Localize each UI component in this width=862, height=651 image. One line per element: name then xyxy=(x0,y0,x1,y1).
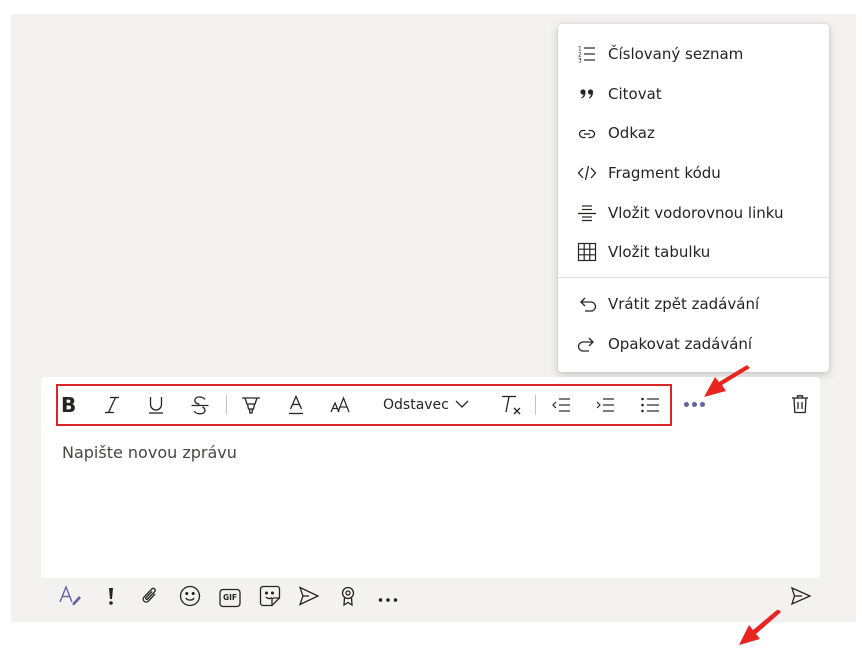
increase-indent-button[interactable] xyxy=(594,392,616,418)
undo-icon xyxy=(576,293,598,315)
redo-icon xyxy=(576,333,598,355)
strikethrough-icon xyxy=(190,395,210,415)
menu-item-label: Vložit tabulku xyxy=(608,243,711,261)
menu-item-label: Číslovaný seznam xyxy=(608,45,744,63)
menu-item-label: Vložit vodorovnou linku xyxy=(608,204,784,222)
toolbar-separator xyxy=(226,395,227,415)
sticker-button[interactable] xyxy=(258,585,282,611)
menu-item-label: Citovat xyxy=(608,85,662,103)
font-size-icon xyxy=(330,395,352,415)
font-color-icon xyxy=(287,395,305,415)
italic-button[interactable] xyxy=(101,392,123,418)
format-button[interactable] xyxy=(58,585,82,611)
bulleted-list-icon xyxy=(640,395,660,415)
discard-button[interactable] xyxy=(788,394,812,418)
font-color-button[interactable] xyxy=(285,392,307,418)
font-size-button[interactable] xyxy=(329,392,353,418)
svg-text:3: 3 xyxy=(578,58,582,65)
formatting-overflow-menu: 1 2 3 Číslovaný seznam Citovat Odkaz Fra… xyxy=(558,24,829,372)
bulleted-list-button[interactable] xyxy=(639,392,661,418)
more-icon xyxy=(377,589,399,608)
strikethrough-button[interactable] xyxy=(189,392,211,418)
format-icon xyxy=(58,585,82,611)
emoji-button[interactable] xyxy=(178,585,202,611)
paragraph-style-dropdown[interactable]: Odstavec xyxy=(383,392,469,418)
more-options-icon xyxy=(683,401,705,407)
italic-icon xyxy=(103,395,121,415)
attach-file-button[interactable] xyxy=(138,586,162,610)
code-icon xyxy=(576,162,598,184)
quote-icon xyxy=(576,83,598,105)
important-icon xyxy=(106,586,116,610)
meet-now-button[interactable] xyxy=(297,586,321,610)
menu-divider xyxy=(558,277,829,278)
menu-item-numbered-list[interactable]: 1 2 3 Číslovaný seznam xyxy=(558,37,829,71)
praise-button[interactable] xyxy=(336,586,360,610)
highlighter-icon xyxy=(241,395,261,415)
menu-item-quote[interactable]: Citovat xyxy=(558,77,829,111)
send-icon xyxy=(790,585,812,611)
numbered-list-icon: 1 2 3 xyxy=(576,43,598,65)
sticker-icon xyxy=(259,585,281,611)
menu-item-link[interactable]: Odkaz xyxy=(558,116,829,150)
important-button[interactable] xyxy=(99,586,123,610)
horizontal-line-icon xyxy=(576,202,598,224)
menu-item-undo[interactable]: Vrátit zpět zadávání xyxy=(558,287,829,321)
table-icon xyxy=(576,241,598,263)
underline-button[interactable] xyxy=(145,392,167,418)
menu-item-label: Odkaz xyxy=(608,124,655,142)
svg-text:B: B xyxy=(61,395,76,415)
clear-formatting-icon xyxy=(499,394,523,416)
indent-icon xyxy=(595,395,615,415)
chevron-down-icon xyxy=(455,397,469,413)
menu-item-label: Opakovat zadávání xyxy=(608,335,753,353)
attach-icon xyxy=(140,585,160,611)
clear-formatting-button[interactable] xyxy=(499,392,523,418)
menu-item-label: Vrátit zpět zadávání xyxy=(608,295,760,313)
gif-button[interactable]: GIF xyxy=(218,586,242,610)
trash-icon xyxy=(791,394,809,418)
menu-item-horizontal-line[interactable]: Vložit vodorovnou linku xyxy=(558,196,829,230)
menu-item-redo[interactable]: Opakovat zadávání xyxy=(558,327,829,361)
outdent-icon xyxy=(551,395,571,415)
paragraph-style-label: Odstavec xyxy=(383,397,449,413)
gif-label: GIF xyxy=(222,593,238,602)
link-icon xyxy=(576,122,598,144)
toolbar-separator xyxy=(535,395,536,415)
annotation-arrow-more xyxy=(704,365,750,397)
bold-button[interactable]: B xyxy=(59,392,79,418)
decrease-indent-button[interactable] xyxy=(550,392,572,418)
message-input[interactable] xyxy=(62,440,802,464)
emoji-icon xyxy=(179,585,201,611)
more-apps-button[interactable] xyxy=(376,586,400,610)
bold-icon: B xyxy=(61,395,77,415)
underline-icon xyxy=(147,395,165,415)
gif-icon: GIF xyxy=(219,588,241,608)
send-button[interactable] xyxy=(789,586,813,610)
meet-now-icon xyxy=(298,585,320,611)
menu-item-code-snippet[interactable]: Fragment kódu xyxy=(558,156,829,190)
highlight-button[interactable] xyxy=(240,392,262,418)
menu-item-label: Fragment kódu xyxy=(608,164,721,182)
menu-item-insert-table[interactable]: Vložit tabulku xyxy=(558,235,829,269)
annotation-arrow-send xyxy=(739,610,781,645)
praise-icon xyxy=(338,585,358,611)
